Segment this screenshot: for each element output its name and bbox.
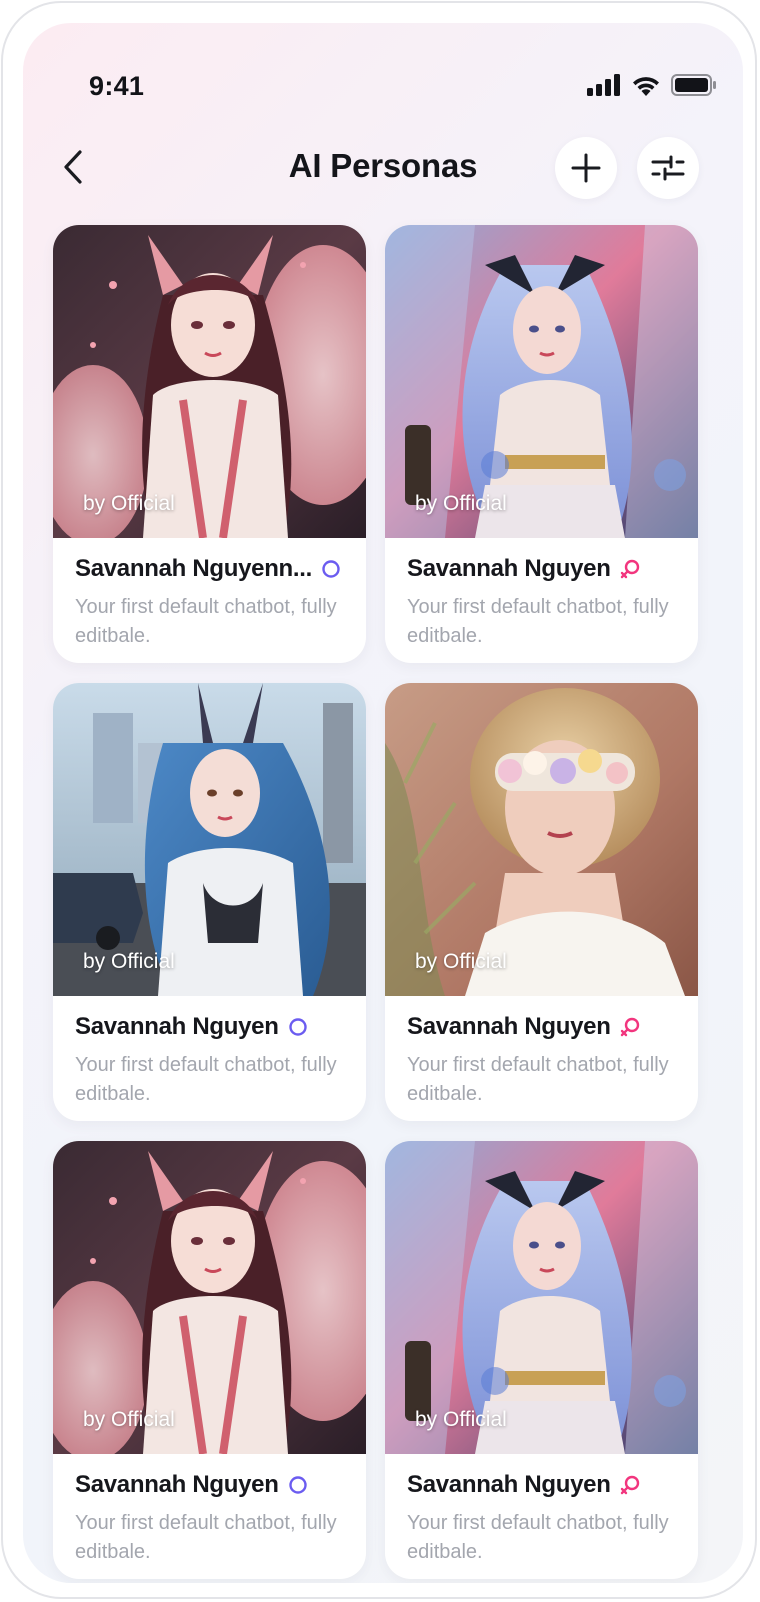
persona-name-row: Savannah Nguyen [75,1471,350,1499]
byline-label: by Official [415,950,507,973]
byline-label: by Official [83,950,175,973]
persona-name: Savannah Nguyen [407,1471,611,1498]
persona-card[interactable]: by Official Savannah Nguyen Your first def… [53,1141,366,1579]
persona-card[interactable]: by Official Savannah Nguyenn... Your first… [53,225,366,663]
persona-card[interactable]: by Official Savannah Nguyen Your first def… [385,683,698,1121]
battery-icon [671,74,717,96]
neutral-circle-icon [287,1016,309,1038]
filter-button[interactable] [637,137,699,199]
sliders-icon [651,155,685,181]
persona-description: Your first default chatbot, fully editba… [407,1512,669,1563]
byline-label: by Official [415,1408,507,1431]
byline-label: by Official [83,1408,175,1431]
phone-frame: 9:41 AI Personas by Official Savannah Ng… [1,1,757,1599]
byline-label: by Official [415,492,507,515]
persona-name: Savannah Nguyen [407,555,611,582]
persona-description: Your first default chatbot, fully editba… [407,596,669,647]
status-time: 9:41 [89,71,145,101]
cellular-signal-icon [587,74,621,96]
female-symbol-icon [619,1474,641,1496]
neutral-circle-icon [320,558,342,580]
persona-card[interactable]: by Official Savannah Nguyen Your first def… [53,683,366,1121]
persona-name-row: Savannah Nguyen [407,1013,682,1041]
persona-name-row: Savannah Nguyen [407,555,682,583]
add-persona-button[interactable] [555,137,617,199]
persona-description: Your first default chatbot, fully editba… [75,596,337,647]
persona-name: Savannah Nguyen [407,1013,611,1040]
persona-name-row: Savannah Nguyen [407,1471,682,1499]
app-screen: 9:41 AI Personas by Official Savannah Ng… [23,23,743,1583]
persona-description: Your first default chatbot, fully editba… [407,1054,669,1105]
byline-label: by Official [83,492,175,515]
persona-name-row: Savannah Nguyen [75,1013,350,1041]
persona-name: Savannah Nguyen [75,1013,279,1040]
wifi-icon [631,74,661,96]
persona-name-row: Savannah Nguyenn... [75,555,350,583]
neutral-circle-icon [287,1474,309,1496]
persona-name: Savannah Nguyen [75,1471,279,1498]
status-icons [587,73,717,97]
female-symbol-icon [619,558,641,580]
persona-name: Savannah Nguyenn... [75,555,313,582]
persona-description: Your first default chatbot, fully editba… [75,1512,337,1563]
persona-card[interactable]: by Official Savannah Nguyen Your first def… [385,225,698,663]
plus-icon [571,153,601,183]
persona-card[interactable]: by Official Savannah Nguyen Your first def… [385,1141,698,1579]
persona-description: Your first default chatbot, fully editba… [75,1054,337,1105]
female-symbol-icon [619,1016,641,1038]
page-title: AI Personas [288,147,478,184]
